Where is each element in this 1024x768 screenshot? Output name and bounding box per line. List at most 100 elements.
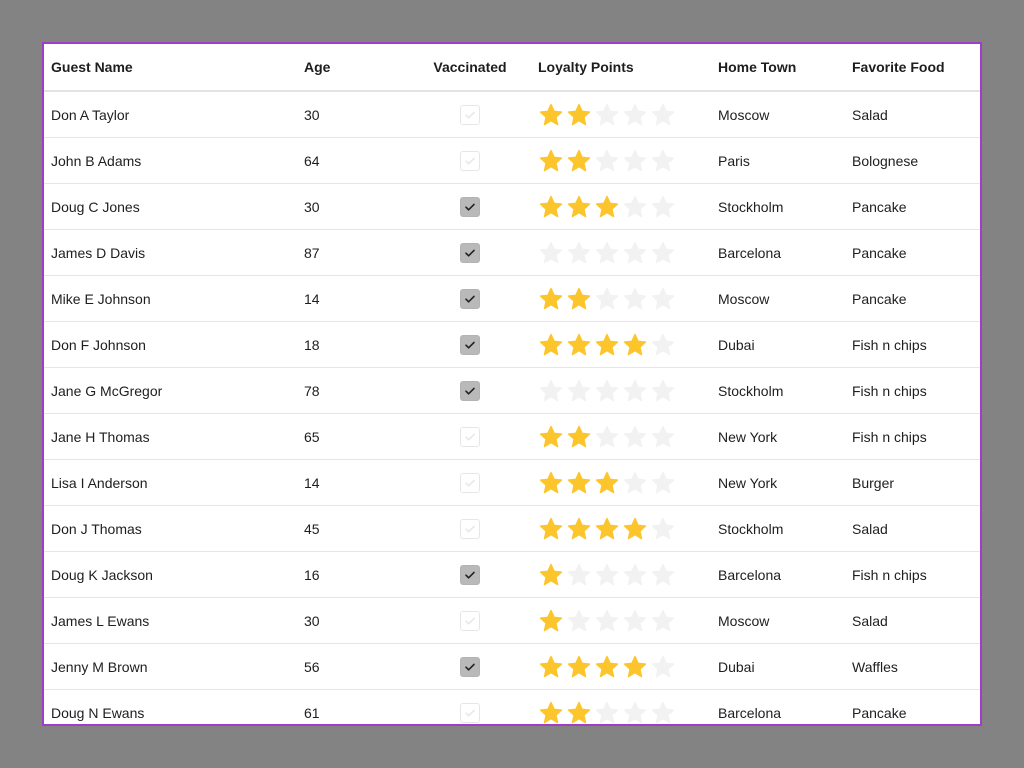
table-row[interactable]: Don A Taylor 30 Moscow Salad (44, 91, 980, 138)
table-row[interactable]: Jane H Thomas 65 New York Fish n chips (44, 413, 980, 460)
star-filled-icon[interactable] (594, 654, 620, 680)
star-filled-icon[interactable] (538, 470, 564, 496)
star-rating[interactable] (538, 332, 676, 358)
star-empty-icon[interactable] (650, 424, 676, 450)
star-empty-icon[interactable] (650, 286, 676, 312)
star-empty-icon[interactable] (650, 654, 676, 680)
star-filled-icon[interactable] (538, 700, 564, 726)
vaccinated-checkbox-checked[interactable] (460, 564, 480, 585)
star-empty-icon[interactable] (650, 194, 676, 220)
star-empty-icon[interactable] (566, 562, 592, 588)
vaccinated-checkbox-unchecked[interactable] (460, 472, 480, 493)
star-empty-icon[interactable] (650, 240, 676, 266)
star-filled-icon[interactable] (566, 286, 592, 312)
star-empty-icon[interactable] (594, 424, 620, 450)
vaccinated-checkbox-checked[interactable] (460, 656, 480, 677)
star-filled-icon[interactable] (622, 332, 648, 358)
vaccinated-checkbox-unchecked[interactable] (460, 610, 480, 631)
star-filled-icon[interactable] (594, 516, 620, 542)
column-header-loyalty-points[interactable]: Loyalty Points (531, 44, 711, 92)
star-empty-icon[interactable] (622, 424, 648, 450)
star-rating[interactable] (538, 286, 676, 312)
star-filled-icon[interactable] (566, 424, 592, 450)
star-filled-icon[interactable] (538, 562, 564, 588)
star-rating[interactable] (538, 378, 676, 404)
star-filled-icon[interactable] (622, 654, 648, 680)
star-empty-icon[interactable] (566, 240, 592, 266)
star-filled-icon[interactable] (594, 470, 620, 496)
star-filled-icon[interactable] (538, 424, 564, 450)
star-filled-icon[interactable] (566, 332, 592, 358)
star-empty-icon[interactable] (622, 608, 648, 634)
star-rating[interactable] (538, 194, 676, 220)
table-row[interactable]: Don F Johnson 18 Dubai Fish n chips (44, 321, 980, 368)
star-empty-icon[interactable] (650, 562, 676, 588)
star-empty-icon[interactable] (594, 102, 620, 128)
star-empty-icon[interactable] (538, 378, 564, 404)
star-empty-icon[interactable] (622, 562, 648, 588)
star-empty-icon[interactable] (594, 286, 620, 312)
table-row[interactable]: Don J Thomas 45 Stockholm Salad (44, 505, 980, 552)
table-row[interactable]: Doug K Jackson 16 Barcelona Fish n chips (44, 551, 980, 598)
vaccinated-checkbox-checked[interactable] (460, 196, 480, 217)
star-empty-icon[interactable] (566, 378, 592, 404)
star-filled-icon[interactable] (538, 286, 564, 312)
star-empty-icon[interactable] (622, 286, 648, 312)
table-row[interactable]: Doug C Jones 30 Stockholm Pancake (44, 183, 980, 230)
vaccinated-checkbox-checked[interactable] (460, 380, 480, 401)
table-row[interactable]: Jenny M Brown 56 Dubai Waffles (44, 643, 980, 690)
star-empty-icon[interactable] (622, 194, 648, 220)
star-empty-icon[interactable] (650, 378, 676, 404)
star-filled-icon[interactable] (566, 516, 592, 542)
star-filled-icon[interactable] (594, 332, 620, 358)
column-header-favorite-food[interactable]: Favorite Food (845, 44, 980, 92)
star-empty-icon[interactable] (622, 148, 648, 174)
star-empty-icon[interactable] (650, 148, 676, 174)
star-filled-icon[interactable] (538, 102, 564, 128)
star-rating[interactable] (538, 562, 676, 588)
star-rating[interactable] (538, 470, 676, 496)
star-empty-icon[interactable] (622, 240, 648, 266)
star-rating[interactable] (538, 424, 676, 450)
star-rating[interactable] (538, 700, 676, 726)
column-header-guest-name[interactable]: Guest Name (44, 44, 297, 92)
star-empty-icon[interactable] (650, 332, 676, 358)
vaccinated-checkbox-unchecked[interactable] (460, 150, 480, 171)
star-empty-icon[interactable] (650, 700, 676, 726)
column-header-age[interactable]: Age (297, 44, 409, 92)
table-row[interactable]: Lisa I Anderson 14 New York Burger (44, 459, 980, 506)
star-filled-icon[interactable] (566, 654, 592, 680)
star-filled-icon[interactable] (594, 194, 620, 220)
star-filled-icon[interactable] (538, 516, 564, 542)
vaccinated-checkbox-checked[interactable] (460, 334, 480, 355)
star-filled-icon[interactable] (538, 148, 564, 174)
star-empty-icon[interactable] (594, 378, 620, 404)
vaccinated-checkbox-checked[interactable] (460, 242, 480, 263)
star-empty-icon[interactable] (650, 470, 676, 496)
star-empty-icon[interactable] (622, 102, 648, 128)
star-filled-icon[interactable] (538, 608, 564, 634)
star-rating[interactable] (538, 608, 676, 634)
star-filled-icon[interactable] (566, 700, 592, 726)
vaccinated-checkbox-unchecked[interactable] (460, 426, 480, 447)
star-filled-icon[interactable] (566, 148, 592, 174)
table-row[interactable]: James D Davis 87 Barcelona Pancake (44, 229, 980, 276)
star-empty-icon[interactable] (594, 608, 620, 634)
vaccinated-checkbox-unchecked[interactable] (460, 518, 480, 539)
table-row[interactable]: John B Adams 64 Paris Bolognese (44, 137, 980, 184)
star-empty-icon[interactable] (650, 516, 676, 542)
star-rating[interactable] (538, 516, 676, 542)
star-empty-icon[interactable] (594, 148, 620, 174)
star-empty-icon[interactable] (538, 240, 564, 266)
star-empty-icon[interactable] (566, 608, 592, 634)
star-filled-icon[interactable] (538, 332, 564, 358)
vaccinated-checkbox-checked[interactable] (460, 288, 480, 309)
star-filled-icon[interactable] (566, 194, 592, 220)
star-rating[interactable] (538, 240, 676, 266)
column-header-vaccinated[interactable]: Vaccinated (409, 44, 531, 92)
table-row[interactable]: Mike E Johnson 14 Moscow Pancake (44, 275, 980, 322)
table-row[interactable]: Doug N Ewans 61 Barcelona Pancake (44, 689, 980, 726)
star-empty-icon[interactable] (622, 700, 648, 726)
star-empty-icon[interactable] (594, 562, 620, 588)
star-filled-icon[interactable] (538, 654, 564, 680)
